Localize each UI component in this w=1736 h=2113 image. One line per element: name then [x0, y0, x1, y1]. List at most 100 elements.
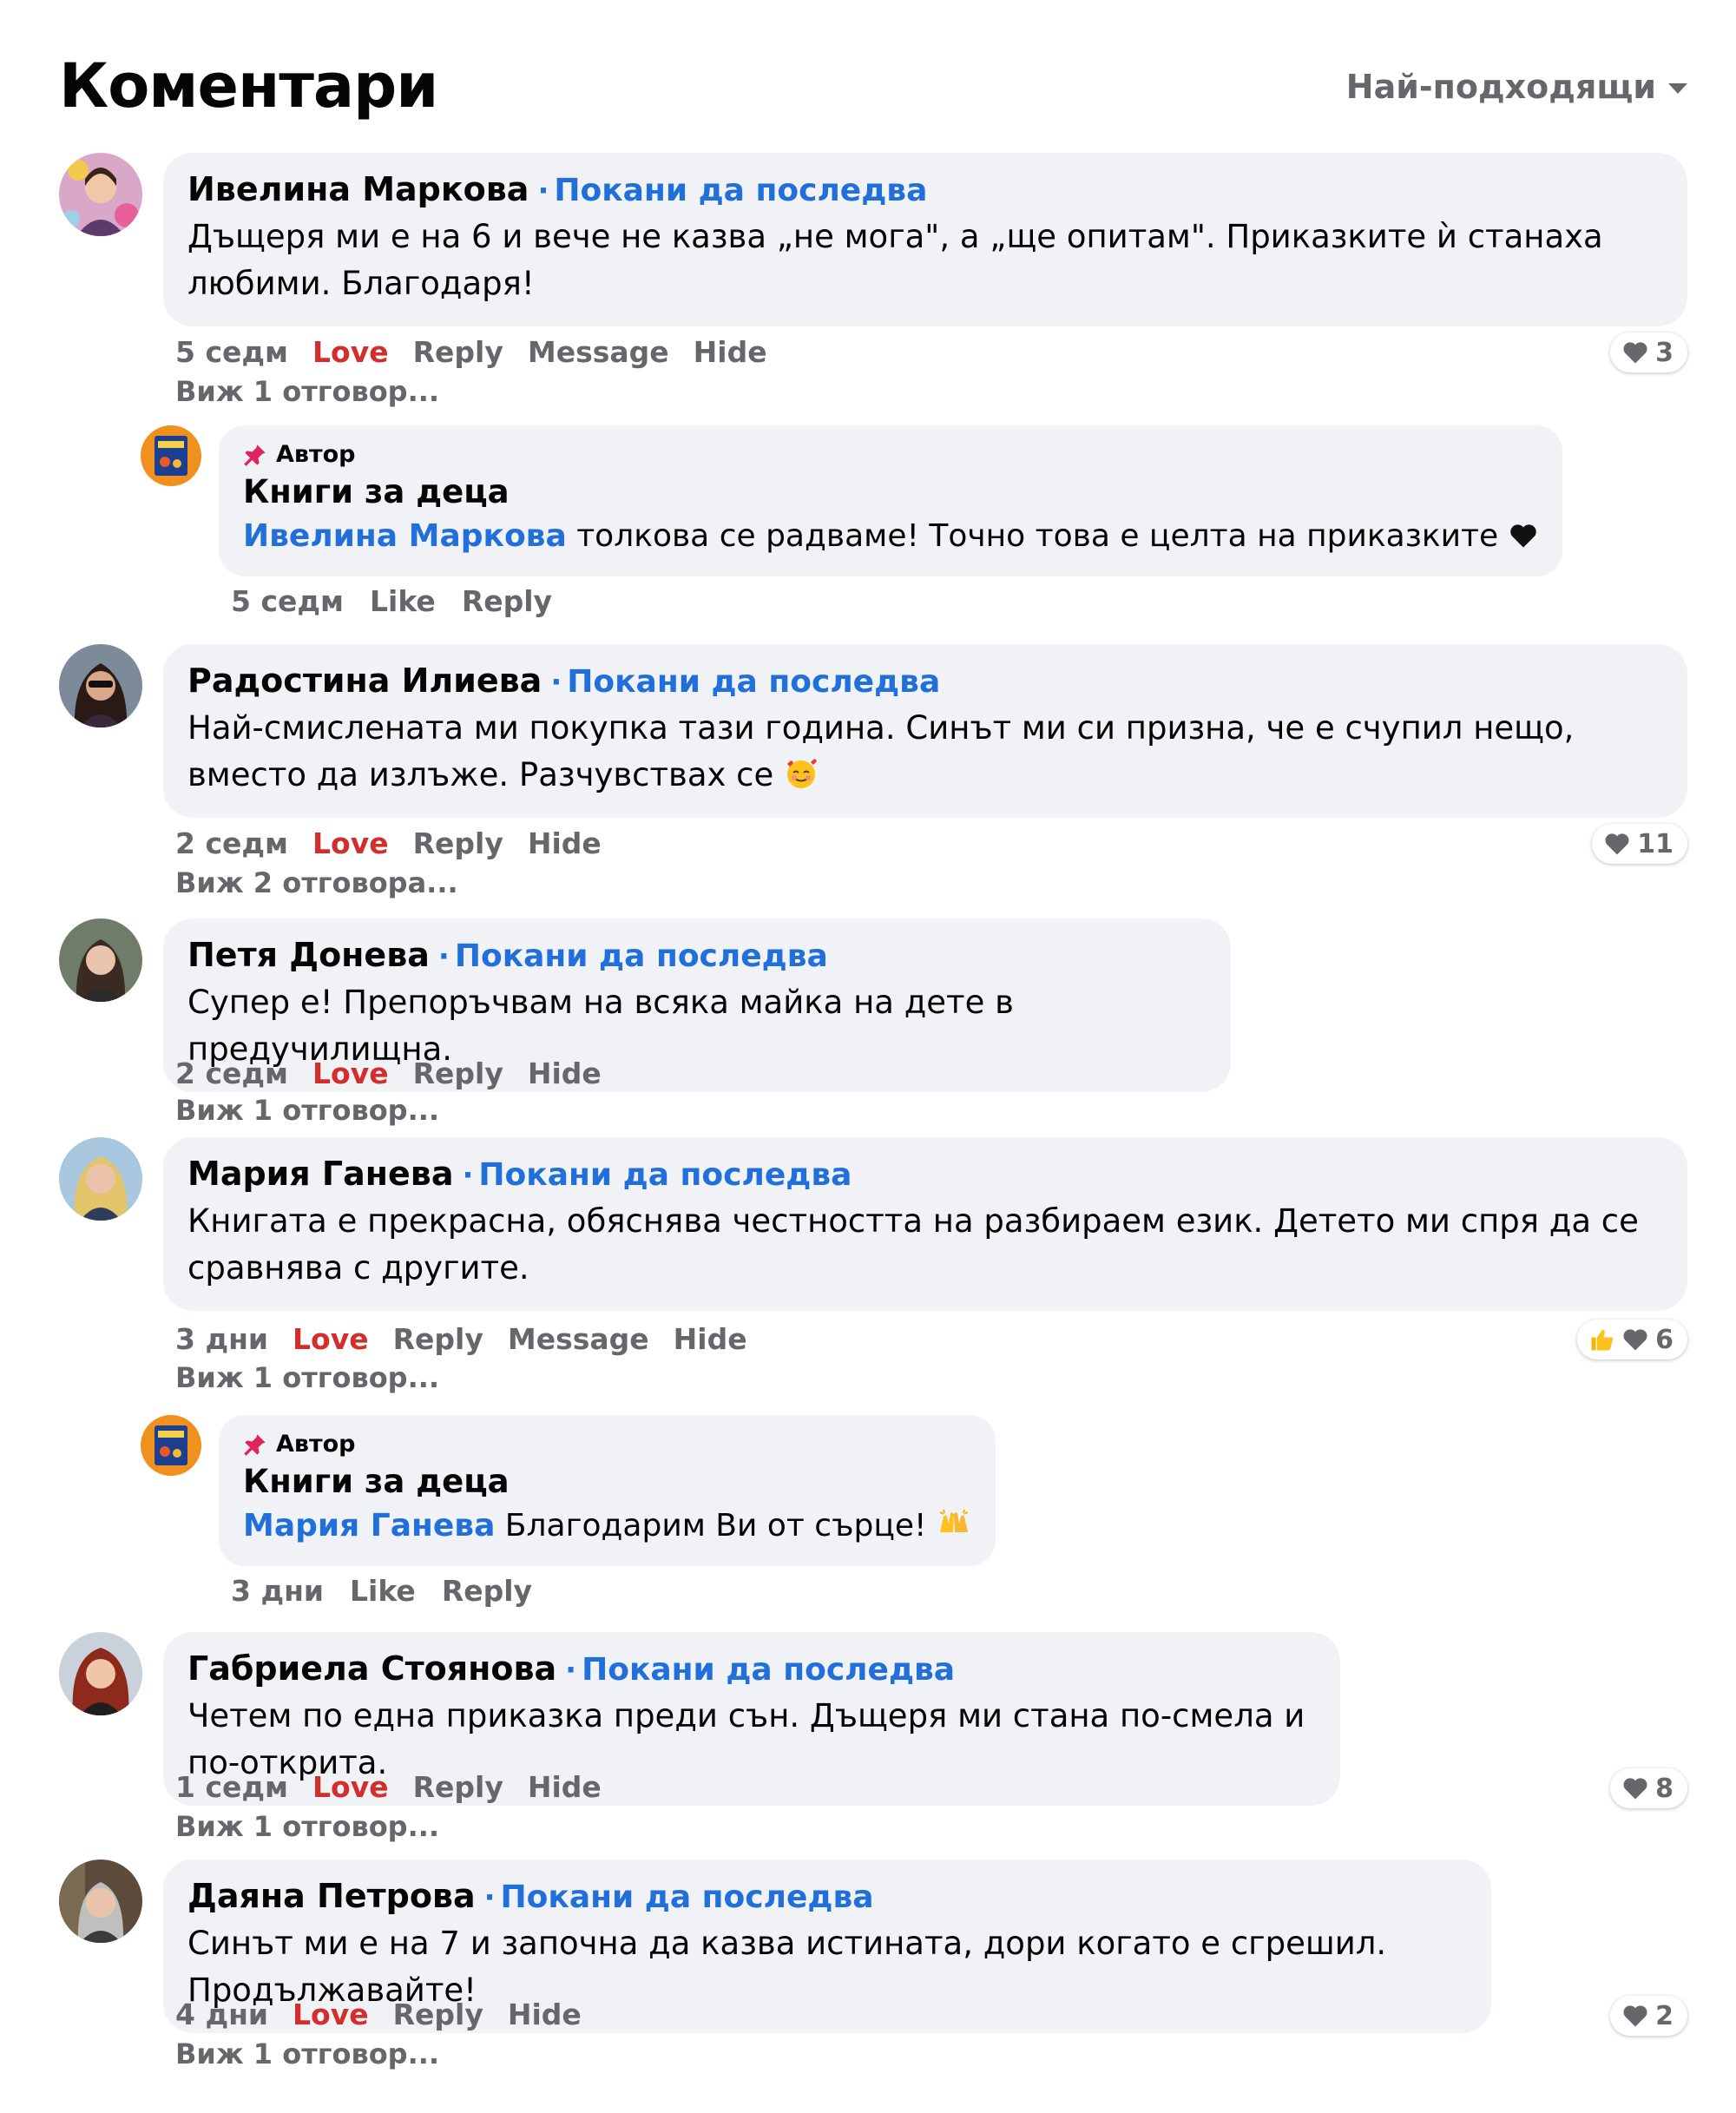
invite-follow-link[interactable]: Покани да последва — [554, 173, 927, 208]
reply: Автор Книги за деца Мария Ганева Благода… — [141, 1415, 1009, 1615]
reaction-number: 2 — [1655, 2000, 1674, 2031]
timestamp[interactable]: 3 дни — [231, 1574, 324, 1608]
author-name[interactable]: Габриела Стоянова — [187, 1649, 556, 1688]
love-button[interactable]: Love — [312, 1770, 389, 1804]
pin-icon — [243, 443, 267, 467]
comment-actions: 4 дни Love Reply Hide — [175, 1998, 582, 2031]
reply-actions: 3 дни Like Reply — [231, 1574, 532, 1608]
reaction-count[interactable]: 2 — [1610, 1996, 1687, 2036]
reply-body: толкова се радваме! Точно това е целта н… — [566, 518, 1499, 554]
love-button[interactable]: Love — [293, 1322, 369, 1356]
love-button[interactable]: Love — [293, 1998, 369, 2031]
view-replies-link[interactable]: Виж 1 отговор... — [175, 1361, 439, 1394]
reply-button[interactable]: Reply — [413, 335, 503, 369]
page-avatar[interactable] — [141, 425, 201, 486]
sort-dropdown[interactable]: Най-подходящи — [1346, 68, 1687, 106]
comment-bubble: Радостина Илиева · Покани да последва Най-… — [163, 644, 1687, 818]
invite-follow-link[interactable]: Покани да последва — [582, 1652, 955, 1688]
separator-dot: · — [565, 1653, 577, 1688]
reply-actions: 5 седм Like Reply — [231, 584, 552, 618]
hide-button[interactable]: Hide — [508, 1998, 582, 2031]
reaction-count[interactable]: 3 — [1610, 332, 1687, 372]
reply-button[interactable]: Reply — [462, 584, 552, 618]
reply-body: Благодарим Ви от сърце! — [495, 1508, 927, 1544]
hide-button[interactable]: Hide — [674, 1322, 747, 1356]
comment: Ивелина Маркова · Покани да последва Дъщер… — [59, 153, 1687, 413]
thumbs-up-icon — [1589, 1326, 1615, 1353]
love-button[interactable]: Love — [312, 826, 389, 860]
avatar[interactable] — [59, 1632, 142, 1715]
timestamp[interactable]: 5 седм — [175, 335, 288, 369]
invite-follow-link[interactable]: Покани да последва — [455, 938, 828, 974]
reply-button[interactable]: Reply — [393, 1998, 483, 2031]
timestamp[interactable]: 4 дни — [175, 1998, 268, 2031]
comment: Даяна Петрова · Покани да последва Синът м… — [59, 1860, 1687, 2094]
timestamp[interactable]: 2 седм — [175, 826, 288, 860]
timestamp[interactable]: 1 седм — [175, 1770, 288, 1804]
like-button[interactable]: Like — [350, 1574, 416, 1608]
reaction-number: 3 — [1655, 337, 1674, 368]
pin-icon — [243, 1432, 267, 1457]
view-replies-link[interactable]: Виж 2 отговора... — [175, 866, 458, 899]
love-button[interactable]: Love — [312, 1056, 389, 1090]
separator-dot: · — [462, 1158, 474, 1193]
view-replies-link[interactable]: Виж 1 отговор... — [175, 2037, 439, 2070]
reaction-number: 6 — [1655, 1324, 1674, 1355]
smiling-face-with-hearts-icon — [784, 756, 819, 791]
invite-follow-link[interactable]: Покани да последва — [567, 664, 940, 700]
view-replies-link[interactable]: Виж 1 отговор... — [175, 1810, 439, 1843]
author-name[interactable]: Мария Ганева — [187, 1155, 454, 1193]
reaction-count[interactable]: 11 — [1592, 824, 1687, 864]
page-name[interactable]: Книги за деца — [243, 473, 1538, 510]
like-button[interactable]: Like — [370, 584, 436, 618]
author-name[interactable]: Радостина Илиева — [187, 662, 542, 700]
hide-button[interactable]: Hide — [528, 1056, 602, 1090]
hide-button[interactable]: Hide — [528, 826, 602, 860]
love-button[interactable]: Love — [312, 335, 389, 369]
reaction-number: 11 — [1637, 828, 1674, 859]
reply-text: Ивелина Маркова толкова се радваме! Точн… — [243, 514, 1538, 559]
view-replies-link[interactable]: Виж 1 отговор... — [175, 375, 439, 408]
avatar[interactable] — [59, 1137, 142, 1221]
timestamp[interactable]: 5 седм — [231, 584, 344, 618]
reaction-number: 8 — [1655, 1773, 1674, 1804]
page-name[interactable]: Книги за деца — [243, 1463, 971, 1500]
invite-follow-link[interactable]: Покани да последва — [478, 1157, 852, 1193]
comment-bubble: Ивелина Маркова · Покани да последва Дъщер… — [163, 153, 1687, 326]
heart-icon — [1622, 1776, 1648, 1800]
reply-button[interactable]: Reply — [442, 1574, 532, 1608]
comment-actions: 5 седм Love Reply Message Hide — [175, 335, 767, 369]
avatar[interactable] — [59, 153, 142, 236]
invite-follow-link[interactable]: Покани да последва — [501, 1879, 874, 1915]
timestamp[interactable]: 2 седм — [175, 1056, 288, 1090]
reply-button[interactable]: Reply — [413, 826, 503, 860]
view-replies-link[interactable]: Виж 1 отговор... — [175, 1094, 439, 1127]
comment: Габриела Стоянова · Покани да последва Чет… — [59, 1632, 1687, 1858]
message-button[interactable]: Message — [528, 335, 669, 369]
reaction-count[interactable]: 6 — [1577, 1320, 1687, 1359]
author-name[interactable]: Даяна Петрова — [187, 1877, 476, 1915]
reply-button[interactable]: Reply — [413, 1056, 503, 1090]
avatar[interactable] — [59, 644, 142, 727]
page-avatar[interactable] — [141, 1415, 201, 1476]
badge-label: Автор — [276, 1431, 356, 1458]
heart-icon — [1509, 523, 1538, 549]
avatar[interactable] — [59, 1860, 142, 1943]
author-name[interactable]: Ивелина Маркова — [187, 170, 529, 208]
avatar[interactable] — [59, 918, 142, 1002]
hide-button[interactable]: Hide — [528, 1770, 602, 1804]
reply-button[interactable]: Reply — [413, 1770, 503, 1804]
mention-link[interactable]: Ивелина Маркова — [243, 518, 567, 554]
reaction-count[interactable]: 8 — [1610, 1768, 1687, 1808]
author-name[interactable]: Петя Донева — [187, 936, 430, 974]
message-button[interactable]: Message — [508, 1322, 649, 1356]
page-title: Коментари — [59, 50, 438, 122]
heart-icon — [1622, 2004, 1648, 2028]
comment: Петя Донева · Покани да последва Супер е! … — [59, 918, 1687, 1135]
comment: Радостина Илиева · Покани да последва Най-… — [59, 644, 1687, 905]
separator-dot: · — [550, 665, 562, 700]
hide-button[interactable]: Hide — [694, 335, 767, 369]
reply-button[interactable]: Reply — [393, 1322, 483, 1356]
mention-link[interactable]: Мария Ганева — [243, 1508, 495, 1544]
timestamp[interactable]: 3 дни — [175, 1322, 268, 1356]
